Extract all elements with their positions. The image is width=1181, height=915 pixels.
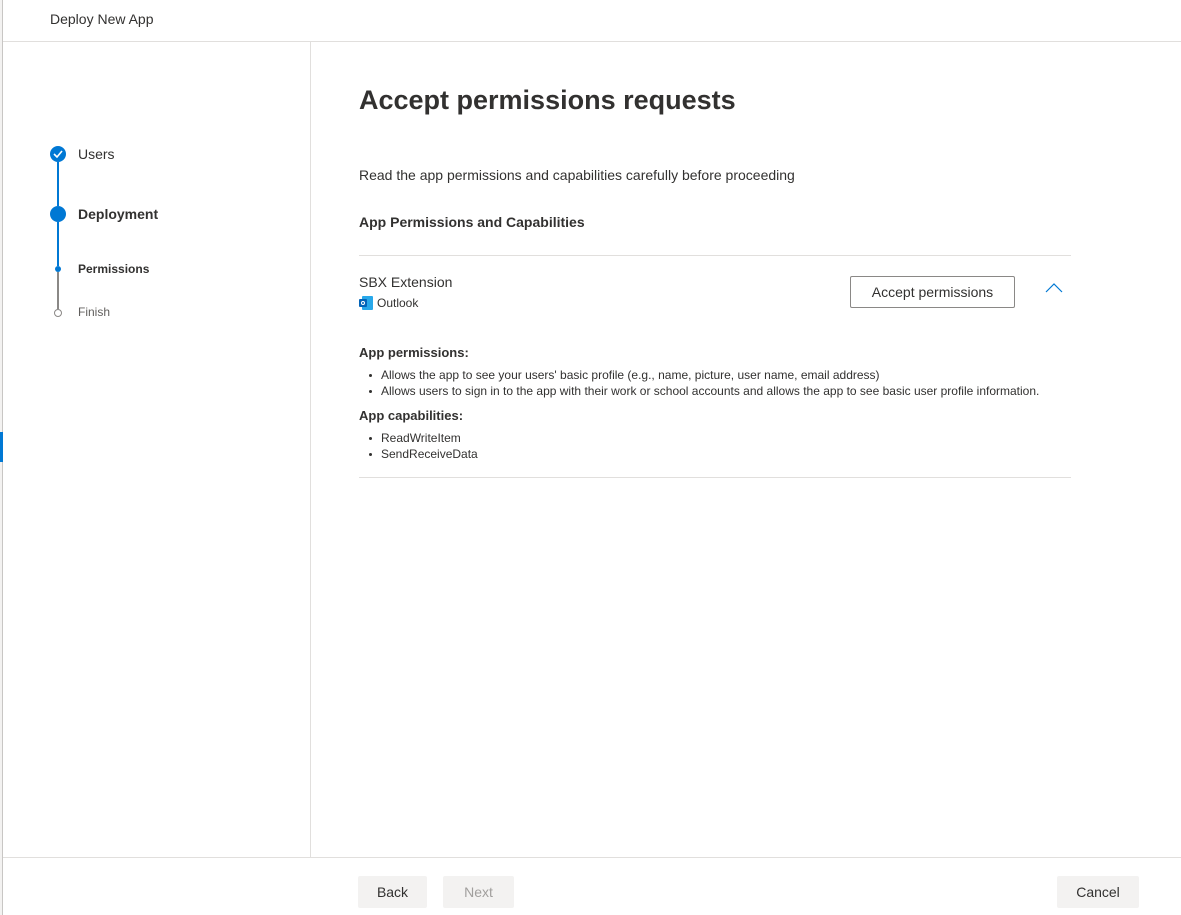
app-host: Outlook <box>359 296 418 310</box>
panel-header: Deploy New App <box>3 0 1181 42</box>
step-completed-check-icon <box>50 146 66 162</box>
step-connector-completed <box>57 162 59 206</box>
main-content: Accept permissions requests Read the app… <box>311 42 1181 857</box>
capability-item: SendReceiveData <box>359 446 478 462</box>
step-current-indicator <box>50 206 66 222</box>
panel-title: Deploy New App <box>50 11 154 27</box>
substep-pending-dot <box>54 309 62 317</box>
permission-item: Allows the app to see your users' basic … <box>359 367 1039 383</box>
substep-permissions-label: Permissions <box>78 262 150 276</box>
section-divider-top <box>359 255 1071 256</box>
panel-footer: Back Next Cancel <box>3 857 1181 915</box>
app-capabilities-list: ReadWriteItem SendReceiveData <box>359 430 478 462</box>
page-title: Accept permissions requests <box>359 85 736 115</box>
step-users-label: Users <box>78 146 115 162</box>
step-deployment-label: Deployment <box>78 206 159 222</box>
section-divider-bottom <box>359 477 1071 478</box>
back-button[interactable]: Back <box>358 876 427 908</box>
app-host-label: Outlook <box>377 296 419 310</box>
accept-permissions-button[interactable]: Accept permissions <box>850 276 1015 308</box>
substep-finish-label: Finish <box>78 305 111 319</box>
step-connector-pending <box>57 272 59 309</box>
intro-text: Read the app permissions and capabilitie… <box>359 167 795 183</box>
step-connector-current <box>57 222 59 266</box>
app-permissions-heading: App permissions: <box>359 345 469 360</box>
substep-current-dot <box>55 266 61 272</box>
next-button[interactable]: Next <box>443 876 514 908</box>
app-permissions-list: Allows the app to see your users' basic … <box>359 367 1039 399</box>
capability-item: ReadWriteItem <box>359 430 478 446</box>
collapse-chevron-up-icon[interactable] <box>1042 280 1066 298</box>
outlook-icon <box>359 296 373 310</box>
section-title: App Permissions and Capabilities <box>359 214 585 230</box>
wizard-stepper: Users Deployment Permissions Finish <box>3 42 311 857</box>
cancel-button[interactable]: Cancel <box>1057 876 1139 908</box>
app-name: SBX Extension <box>359 274 453 290</box>
app-capabilities-heading: App capabilities: <box>359 408 464 423</box>
permission-item: Allows users to sign in to the app with … <box>359 383 1039 399</box>
